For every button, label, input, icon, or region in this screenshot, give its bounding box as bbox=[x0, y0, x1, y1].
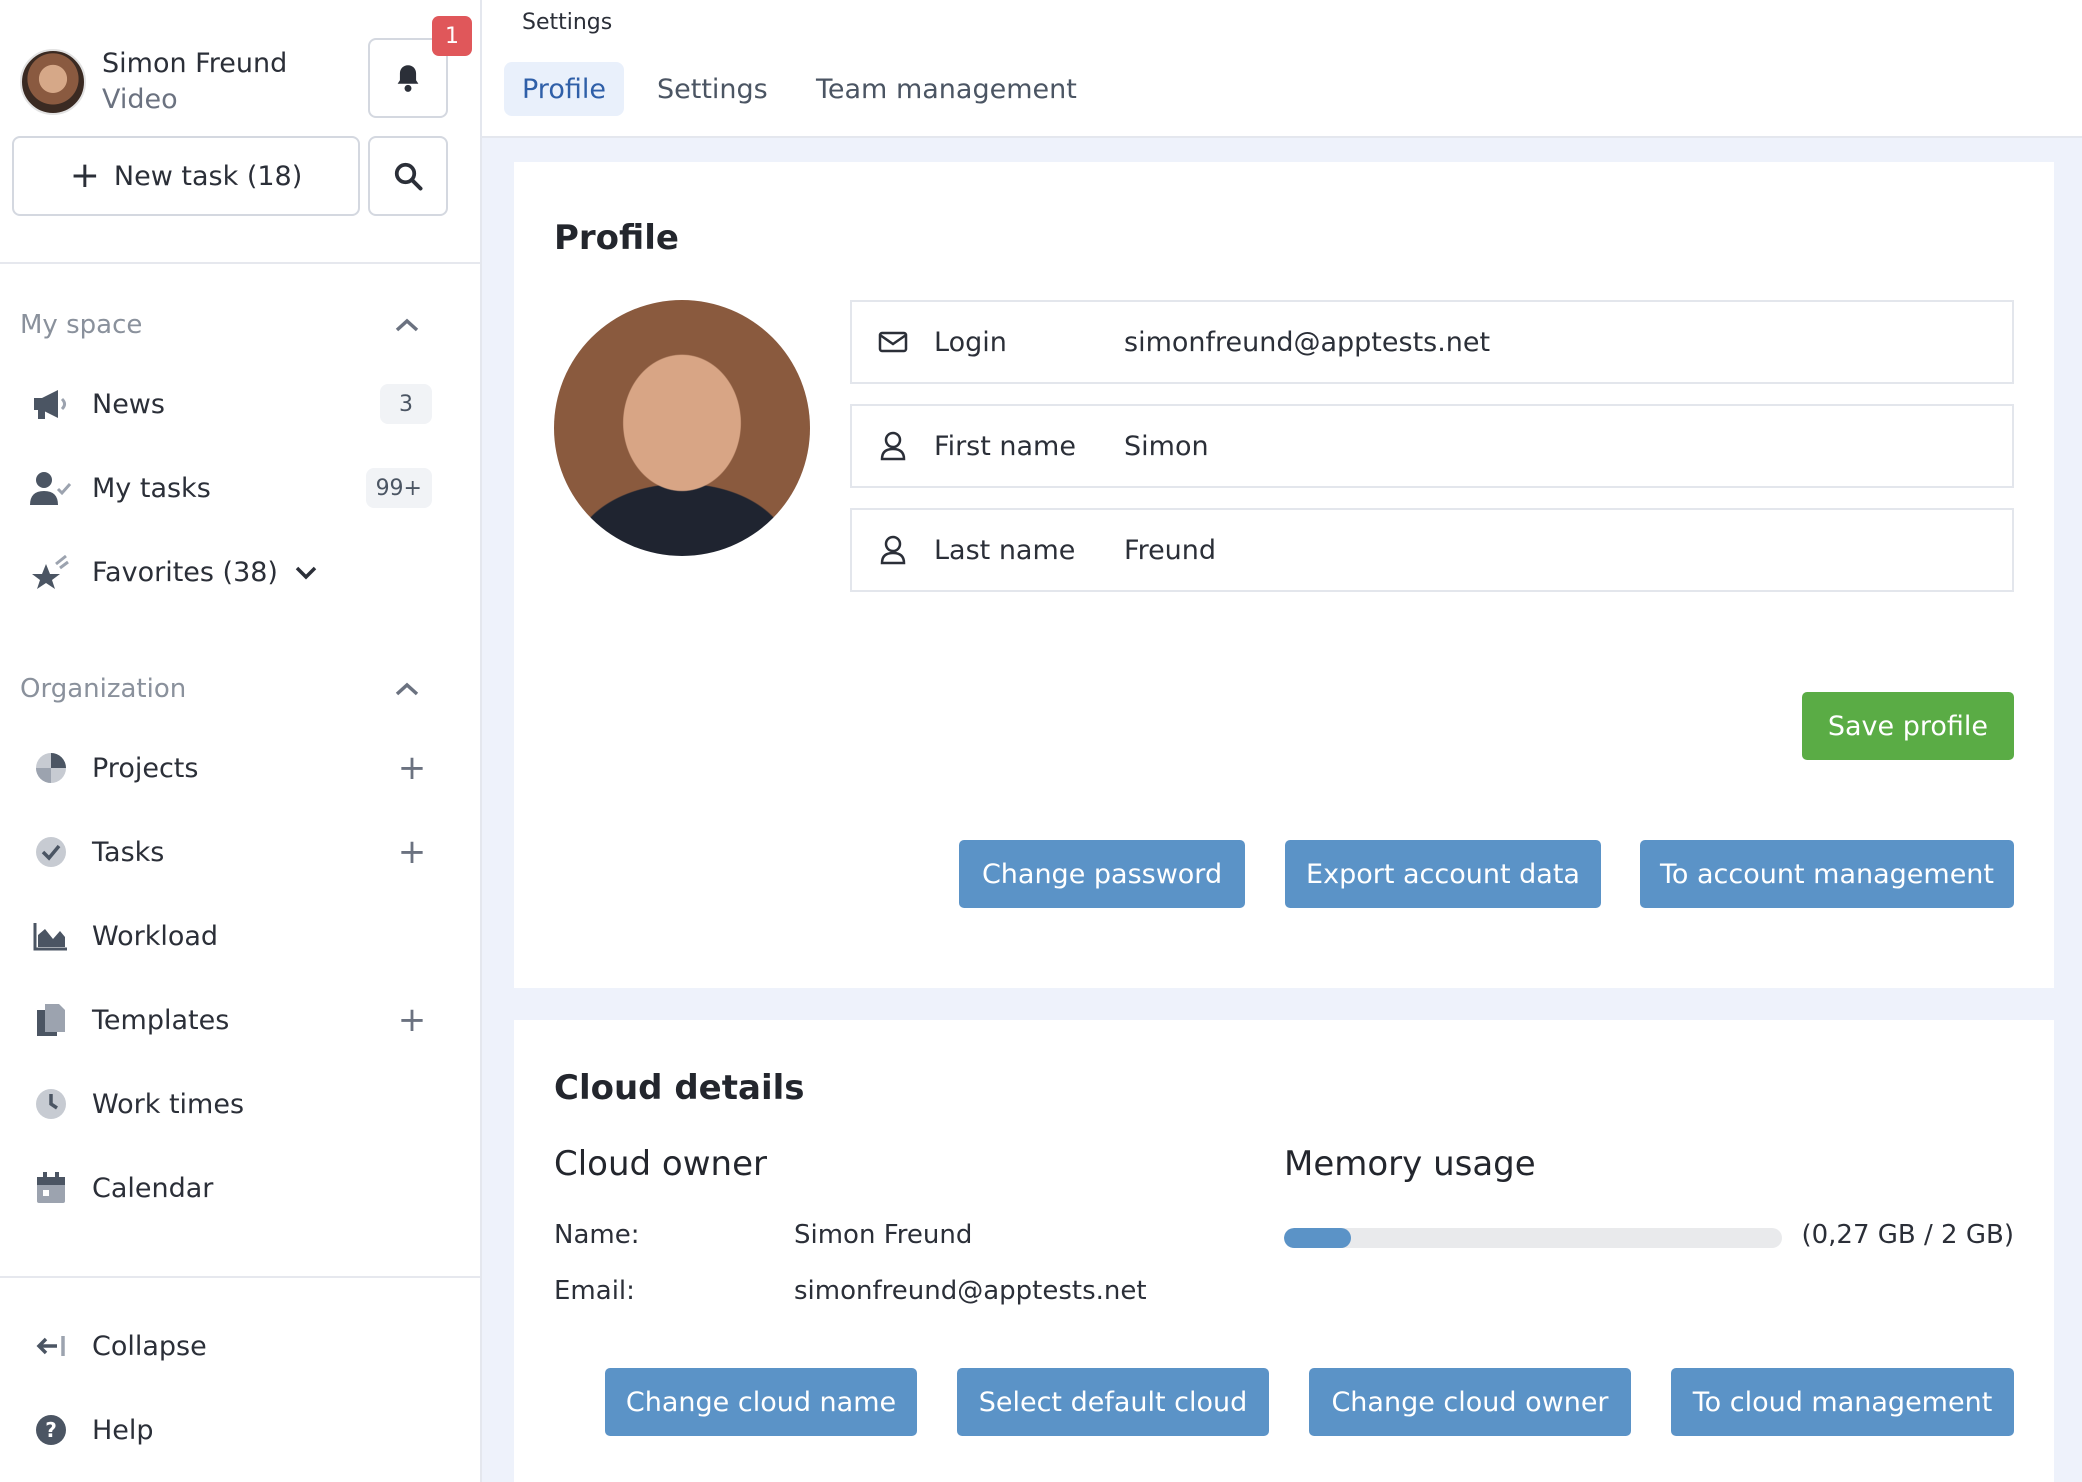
sidebar-item-news[interactable]: News 3 bbox=[30, 374, 432, 434]
profile-avatar[interactable] bbox=[554, 300, 810, 556]
sidebar-item-work-times[interactable]: Work times bbox=[30, 1074, 432, 1134]
my-space-header[interactable]: My space bbox=[20, 310, 420, 340]
field-value: simonfreund@apptests.net bbox=[1124, 326, 1491, 358]
breadcrumb: Settings bbox=[522, 10, 613, 35]
add-template-plus-icon[interactable]: + bbox=[392, 1003, 432, 1037]
collapse-arrow-icon bbox=[30, 1325, 72, 1367]
chevron-up-icon[interactable] bbox=[394, 310, 420, 340]
user-name: Simon Freund bbox=[102, 48, 288, 79]
notification-count-badge: 1 bbox=[432, 16, 472, 56]
plus-icon: + bbox=[69, 155, 100, 196]
cloud-details-title: Cloud details bbox=[554, 1068, 805, 1108]
sidebar-item-help[interactable]: ? Help bbox=[30, 1400, 432, 1460]
tab-settings[interactable]: Settings bbox=[639, 62, 786, 116]
to-cloud-management-button[interactable]: To cloud management bbox=[1671, 1368, 2014, 1436]
field-label: Login bbox=[934, 326, 1007, 358]
owner-name-label: Name: bbox=[554, 1220, 640, 1250]
calendar-icon bbox=[30, 1167, 72, 1209]
chevron-up-icon[interactable] bbox=[394, 674, 420, 704]
area-chart-icon bbox=[30, 915, 72, 957]
field-label: First name bbox=[934, 430, 1076, 462]
change-cloud-owner-button[interactable]: Change cloud owner bbox=[1309, 1368, 1631, 1436]
my-tasks-count-badge: 99+ bbox=[365, 468, 432, 508]
search-button[interactable] bbox=[368, 136, 448, 216]
new-task-label: New task (18) bbox=[113, 160, 303, 192]
organization-header[interactable]: Organization bbox=[20, 674, 420, 704]
user-check-icon bbox=[30, 467, 72, 509]
sidebar-item-label: Calendar bbox=[92, 1172, 214, 1204]
field-label: Last name bbox=[934, 534, 1076, 566]
new-task-button[interactable]: + New task (18) bbox=[12, 136, 360, 216]
check-circle-icon bbox=[30, 831, 72, 873]
user-icon bbox=[878, 431, 908, 461]
star-icon bbox=[30, 551, 72, 593]
first-name-field[interactable]: First name Simon bbox=[850, 404, 2014, 488]
sidebar-item-label: Workload bbox=[92, 920, 219, 952]
save-profile-button[interactable]: Save profile bbox=[1801, 692, 2014, 760]
last-name-field[interactable]: Last name Freund bbox=[850, 508, 2014, 592]
sidebar: Simon Freund Video 1 + New task (18) My … bbox=[0, 0, 482, 1482]
sidebar-item-label: My tasks bbox=[92, 472, 211, 504]
sidebar-divider bbox=[0, 262, 480, 264]
sidebar-item-label: Tasks bbox=[92, 836, 165, 868]
owner-email-label: Email: bbox=[554, 1276, 635, 1306]
top-bar: Settings Profile Settings Team managemen… bbox=[482, 0, 2082, 138]
sidebar-item-label: Templates bbox=[92, 1004, 230, 1036]
clock-icon bbox=[30, 1083, 72, 1125]
sidebar-item-tasks[interactable]: Tasks + bbox=[30, 822, 432, 882]
profile-title: Profile bbox=[554, 218, 679, 258]
memory-usage-fill bbox=[1284, 1228, 1352, 1248]
svg-text:?: ? bbox=[45, 1418, 57, 1442]
user-role: Video bbox=[102, 84, 178, 115]
sidebar-item-calendar[interactable]: Calendar bbox=[30, 1158, 432, 1218]
memory-usage-title: Memory usage bbox=[1284, 1144, 1536, 1184]
documents-icon bbox=[30, 999, 72, 1041]
user-icon bbox=[878, 535, 908, 565]
login-field: Login simonfreund@apptests.net bbox=[850, 300, 2014, 384]
sidebar-item-label: Favorites (38) bbox=[92, 556, 278, 588]
sidebar-item-collapse[interactable]: Collapse bbox=[30, 1316, 432, 1376]
export-account-data-button[interactable]: Export account data bbox=[1285, 840, 1601, 908]
sidebar-item-label: News bbox=[92, 388, 165, 420]
bell-icon bbox=[397, 65, 419, 92]
sidebar-divider bbox=[0, 1276, 480, 1278]
add-project-plus-icon[interactable]: + bbox=[392, 751, 432, 785]
cloud-details-card: Cloud details Cloud owner Name: Simon Fr… bbox=[514, 1020, 2054, 1482]
owner-name-value: Simon Freund bbox=[794, 1220, 973, 1250]
first-name-input[interactable]: Simon bbox=[1124, 431, 1209, 462]
owner-email-value: simonfreund@apptests.net bbox=[794, 1276, 1147, 1306]
organization-title: Organization bbox=[20, 674, 187, 704]
sidebar-item-label: Collapse bbox=[92, 1330, 207, 1362]
memory-usage-bar bbox=[1284, 1228, 1782, 1248]
change-password-button[interactable]: Change password bbox=[959, 840, 1245, 908]
envelope-icon bbox=[878, 331, 908, 353]
sidebar-item-workload[interactable]: Workload bbox=[30, 906, 432, 966]
sidebar-item-favorites[interactable]: Favorites (38) bbox=[30, 542, 432, 602]
sidebar-item-label: Projects bbox=[92, 752, 199, 784]
to-account-management-button[interactable]: To account management bbox=[1640, 840, 2014, 908]
sidebar-item-templates[interactable]: Templates + bbox=[30, 990, 432, 1050]
sidebar-item-projects[interactable]: Projects + bbox=[30, 738, 432, 798]
sidebar-item-label: Help bbox=[92, 1414, 154, 1446]
profile-card: Profile Login simonfreund@apptests.net F… bbox=[514, 162, 2054, 988]
sidebar-item-label: Work times bbox=[92, 1088, 245, 1120]
my-space-title: My space bbox=[20, 310, 143, 340]
avatar[interactable] bbox=[20, 49, 86, 115]
last-name-input[interactable]: Freund bbox=[1124, 535, 1216, 566]
memory-usage-text: (0,27 GB / 2 GB) bbox=[1801, 1220, 2014, 1250]
help-circle-icon: ? bbox=[30, 1409, 72, 1451]
cloud-owner-title: Cloud owner bbox=[554, 1144, 767, 1184]
tab-team-management[interactable]: Team management bbox=[798, 62, 1095, 116]
news-count-badge: 3 bbox=[380, 384, 432, 424]
change-cloud-name-button[interactable]: Change cloud name bbox=[605, 1368, 917, 1436]
sidebar-item-my-tasks[interactable]: My tasks 99+ bbox=[30, 458, 432, 518]
pie-chart-icon bbox=[30, 747, 72, 789]
user-block[interactable]: Simon Freund Video bbox=[20, 46, 287, 118]
add-task-plus-icon[interactable]: + bbox=[392, 835, 432, 869]
select-default-cloud-button[interactable]: Select default cloud bbox=[957, 1368, 1269, 1436]
megaphone-icon bbox=[30, 383, 72, 425]
search-icon bbox=[394, 162, 423, 191]
chevron-down-icon[interactable] bbox=[294, 558, 318, 586]
tab-profile[interactable]: Profile bbox=[504, 62, 624, 116]
